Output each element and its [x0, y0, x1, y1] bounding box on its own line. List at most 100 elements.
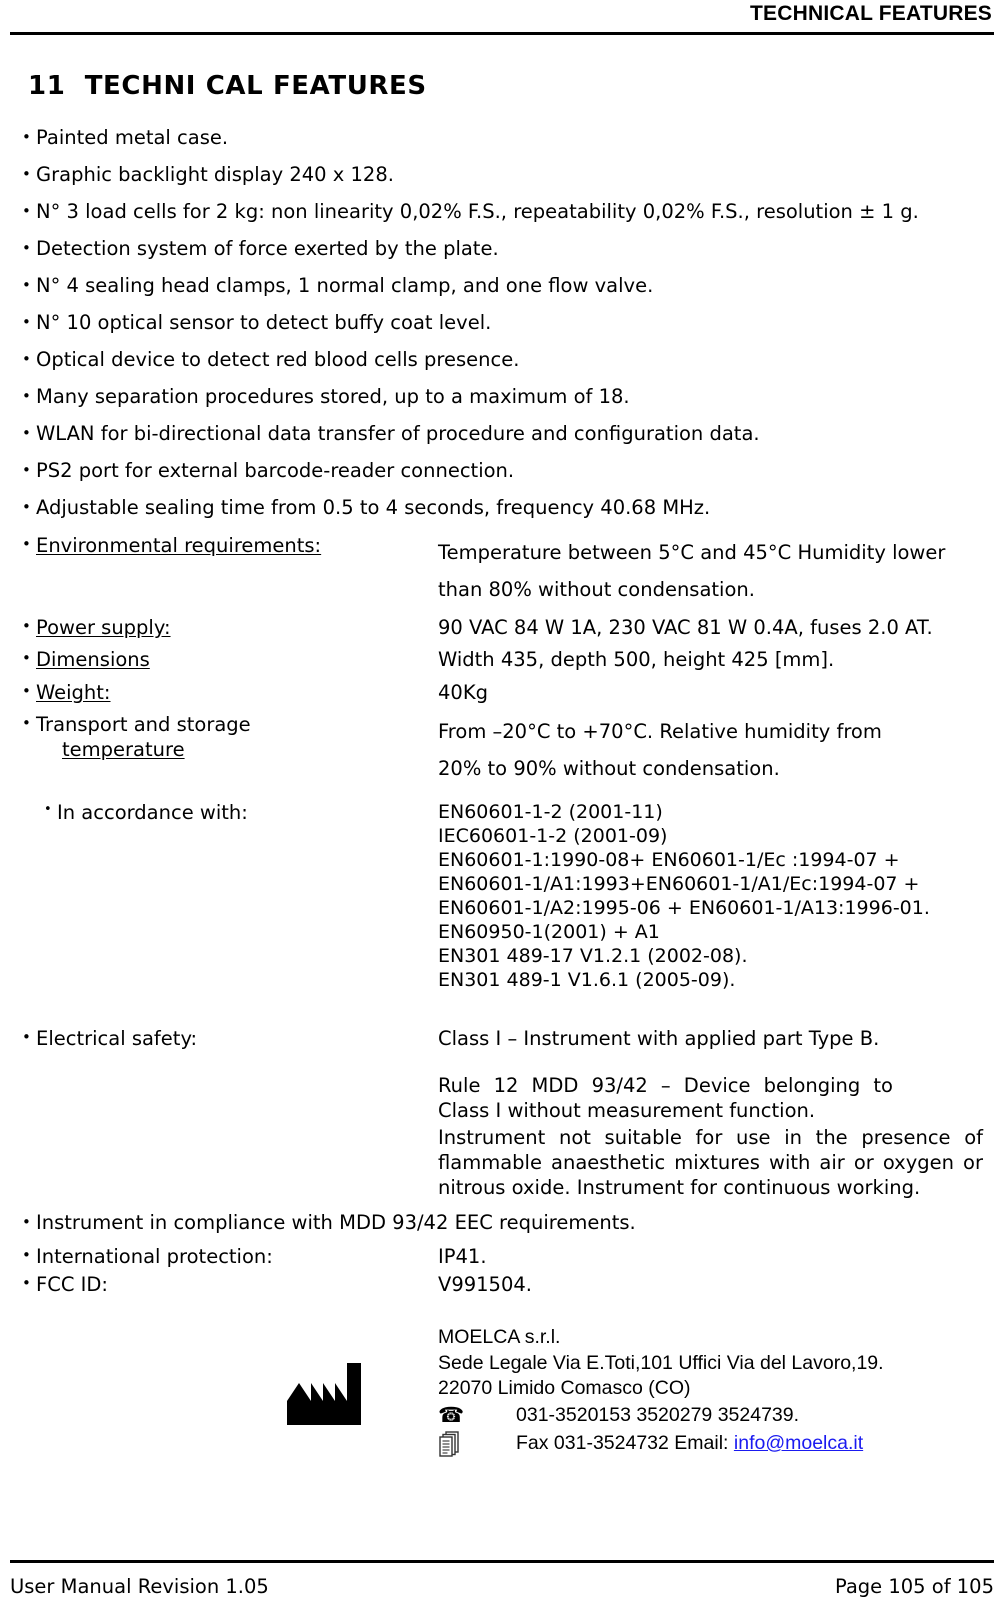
- bullet-dot: •: [22, 649, 31, 668]
- spec-row-environmental: • Environmental requirements: Temperatur…: [22, 526, 994, 608]
- manufacturer-phone-row: ☎ 031-3520153 3520279 3524739.: [438, 1403, 994, 1428]
- document-page: TECHNICAL FEATURES 11 TECHNI CAL FEATURE…: [0, 0, 1004, 1616]
- spec-label: Environmental requirements:: [36, 534, 322, 557]
- list-item-text: N° 3 load cells for 2 kg: non linearity …: [36, 200, 919, 223]
- manufacturer-phone: 031-3520153 3520279 3524739.: [516, 1404, 800, 1427]
- manufacturer-icon-column: [22, 1325, 438, 1456]
- manufacturer-address-line2: 22070 Limido Comasco (CO): [438, 1376, 691, 1399]
- spec-value-line2: 20% to 90% without condensation.: [438, 757, 780, 781]
- list-item: • Painted metal case.: [22, 119, 994, 156]
- list-item-text: Painted metal case.: [36, 126, 229, 149]
- fax-label: Fax 031-3524732 Email:: [516, 1431, 734, 1454]
- bullet-dot: •: [22, 1027, 31, 1046]
- list-item: • N° 4 sealing head clamps, 1 normal cla…: [22, 267, 994, 304]
- spec-label: Transport and storage temperature: [36, 713, 438, 762]
- electrical-safety-class: Class I – Instrument with applied part T…: [438, 1026, 880, 1050]
- bullet-dot: •: [22, 498, 31, 516]
- manufacturer-name: MOELCA s.r.l.: [438, 1326, 561, 1349]
- spec-row-international-protection: • International protection: IP41.: [22, 1241, 994, 1269]
- spec-label: Power supply:: [36, 616, 171, 640]
- bullet-dot: •: [22, 1212, 31, 1231]
- list-item: • PS2 port for external barcode-reader c…: [22, 452, 994, 489]
- spec-value: From –20°C to +70°C. Relative humidity f…: [438, 713, 994, 787]
- email-link[interactable]: info@moelca.it: [734, 1432, 863, 1454]
- list-item-text: N° 10 optical sensor to detect buffy coa…: [36, 311, 492, 334]
- bullet-dot: •: [22, 387, 31, 405]
- page-footer: User Manual Revision 1.05 Page 105 of 10…: [10, 1560, 994, 1598]
- footer-page-number: Page 105 of 105: [834, 1575, 994, 1598]
- manufacturer-fax: Fax 031-3524732 Email: info@moelca.it: [516, 1431, 994, 1456]
- spec-value: Class I – Instrument with applied part T…: [438, 1027, 994, 1201]
- standards-list: EN60601-1-2 (2001-11) IEC60601-1-2 (2001…: [438, 801, 930, 991]
- page-title: 11 TECHNI CAL FEATURES: [28, 71, 994, 101]
- electrical-safety-warning: Instrument not suitable for use in the p…: [438, 1125, 983, 1199]
- list-item-text: PS2 port for external barcode-reader con…: [36, 459, 515, 482]
- footer-left-text: User Manual Revision 1.05: [10, 1575, 269, 1598]
- bullet-dot: •: [44, 802, 52, 818]
- bullet-dot: •: [22, 424, 31, 442]
- spec-label: International protection:: [36, 1244, 273, 1268]
- bullet-dot: •: [22, 202, 31, 220]
- list-item-compliance: • Instrument in compliance with MDD 93/4…: [22, 1201, 994, 1241]
- list-item: • Adjustable sealing time from 0.5 to 4 …: [22, 489, 994, 526]
- list-item-text: Detection system of force exerted by the…: [36, 237, 499, 260]
- footer-row: User Manual Revision 1.05 Page 105 of 10…: [10, 1575, 994, 1598]
- list-item: • Detection system of force exerted by t…: [22, 230, 994, 267]
- list-item: • Many separation procedures stored, up …: [22, 378, 994, 415]
- bullet-dot: •: [22, 535, 31, 553]
- list-item-text: N° 4 sealing head clamps, 1 normal clamp…: [36, 274, 654, 297]
- spec-row-weight: • Weight: 40Kg: [22, 673, 994, 705]
- spec-label: In accordance with:: [57, 801, 248, 825]
- bullet-dot: •: [22, 461, 31, 479]
- list-item-text: Graphic backlight display 240 x 128.: [36, 163, 394, 186]
- manufacturer-address-line1: Sede Legale Via E.Toti,101 Uffici Via de…: [438, 1351, 884, 1374]
- spec-row-power-supply: • Power supply: 90 VAC 84 W 1A, 230 VAC …: [22, 608, 994, 640]
- manufacturer-fax-row: Fax 031-3524732 Email: info@moelca.it: [438, 1430, 994, 1457]
- telephone-icon: ☎: [438, 1404, 465, 1428]
- factory-icon: [287, 1363, 361, 1426]
- manufacturer-block: MOELCA s.r.l. Sede Legale Via E.Toti,101…: [22, 1325, 994, 1457]
- list-item: • N° 10 optical sensor to detect buffy c…: [22, 304, 994, 341]
- spec-value-line2: than 80% without condensation.: [438, 578, 755, 602]
- spec-label: Weight:: [36, 680, 111, 704]
- list-item: • N° 3 load cells for 2 kg: non linearit…: [22, 193, 994, 230]
- list-item: • Optical device to detect red blood cel…: [22, 341, 994, 378]
- spec-row-fcc-id: • FCC ID: V991504.: [22, 1269, 994, 1297]
- bullet-dot: •: [22, 681, 31, 700]
- bullet-dot: •: [22, 350, 31, 368]
- header-rule: [10, 32, 994, 35]
- spec-value-line1: From –20°C to +70°C. Relative humidity f…: [438, 720, 882, 744]
- spec-row-transport-temperature: • Transport and storage temperature From…: [22, 705, 994, 787]
- manufacturer-details: MOELCA s.r.l. Sede Legale Via E.Toti,101…: [438, 1325, 994, 1457]
- bullet-dot: •: [22, 165, 31, 183]
- bullet-dot: •: [22, 276, 31, 294]
- spec-label-line2: temperature: [62, 737, 185, 761]
- bullet-dot: •: [22, 1245, 31, 1264]
- section-title: TECHNI CAL FEATURES: [84, 71, 427, 101]
- list-item-text: WLAN for bi-directional data transfer of…: [36, 422, 760, 445]
- electrical-safety-rule: Rule 12 MDD 93/42 – Device belonging to …: [438, 1073, 893, 1122]
- running-header: TECHNICAL FEATURES: [750, 2, 992, 25]
- section-number: 11: [28, 71, 66, 101]
- list-item-text: Optical device to detect red blood cells…: [36, 348, 520, 371]
- list-item-text: Instrument in compliance with MDD 93/42 …: [36, 1210, 636, 1234]
- list-item: • Graphic backlight display 240 x 128.: [22, 156, 994, 193]
- spec-value: IP41.: [438, 1244, 487, 1268]
- spec-label: FCC ID:: [36, 1272, 108, 1296]
- list-item-text: Adjustable sealing time from 0.5 to 4 se…: [36, 496, 711, 519]
- spec-row-dimensions: • Dimensions Width 435, depth 500, heigh…: [22, 640, 994, 672]
- spec-label-line1: Transport and storage: [36, 713, 251, 737]
- bullet-dot: •: [22, 714, 31, 733]
- spec-row-in-accordance-with: • In accordance with: EN60601-1-2 (2001-…: [44, 801, 994, 993]
- footer-rule: [10, 1560, 994, 1563]
- list-item-text: Many separation procedures stored, up to…: [36, 385, 630, 408]
- spec-value: Temperature between 5°C and 45°C Humidit…: [438, 534, 994, 608]
- bullet-dot: •: [22, 128, 31, 146]
- fax-icon: [438, 1430, 516, 1457]
- bullet-dot: •: [22, 239, 31, 257]
- bullet-dot: •: [22, 1273, 31, 1292]
- spec-value: 90 VAC 84 W 1A, 230 VAC 81 W 0.4A, fuses…: [438, 616, 933, 640]
- list-item: • WLAN for bi-directional data transfer …: [22, 415, 994, 452]
- spec-value: Width 435, depth 500, height 425 [mm].: [438, 648, 835, 672]
- spec-label: Dimensions: [36, 648, 150, 672]
